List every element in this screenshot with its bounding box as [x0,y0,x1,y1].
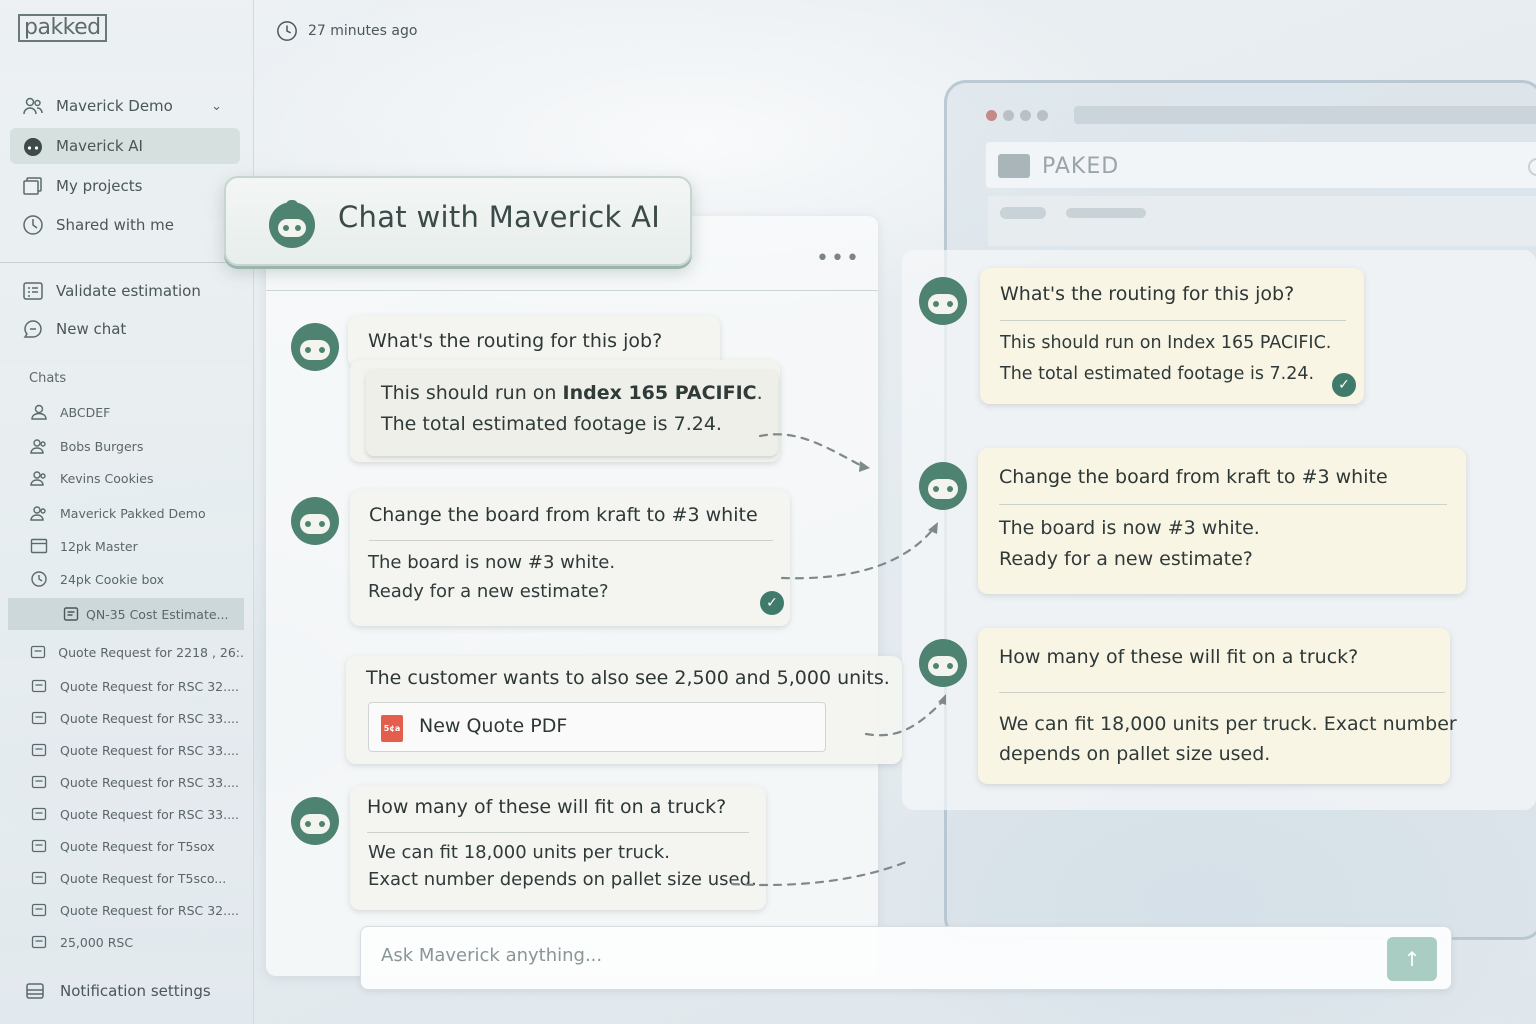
flow-connectors [730,433,946,887]
message-composer[interactable]: Ask Maverick anything... ↑ [360,926,1452,990]
arrow-up-icon: ↑ [1403,947,1421,971]
composer-placeholder[interactable]: Ask Maverick anything... [381,945,602,966]
send-button[interactable]: ↑ [1387,937,1437,981]
